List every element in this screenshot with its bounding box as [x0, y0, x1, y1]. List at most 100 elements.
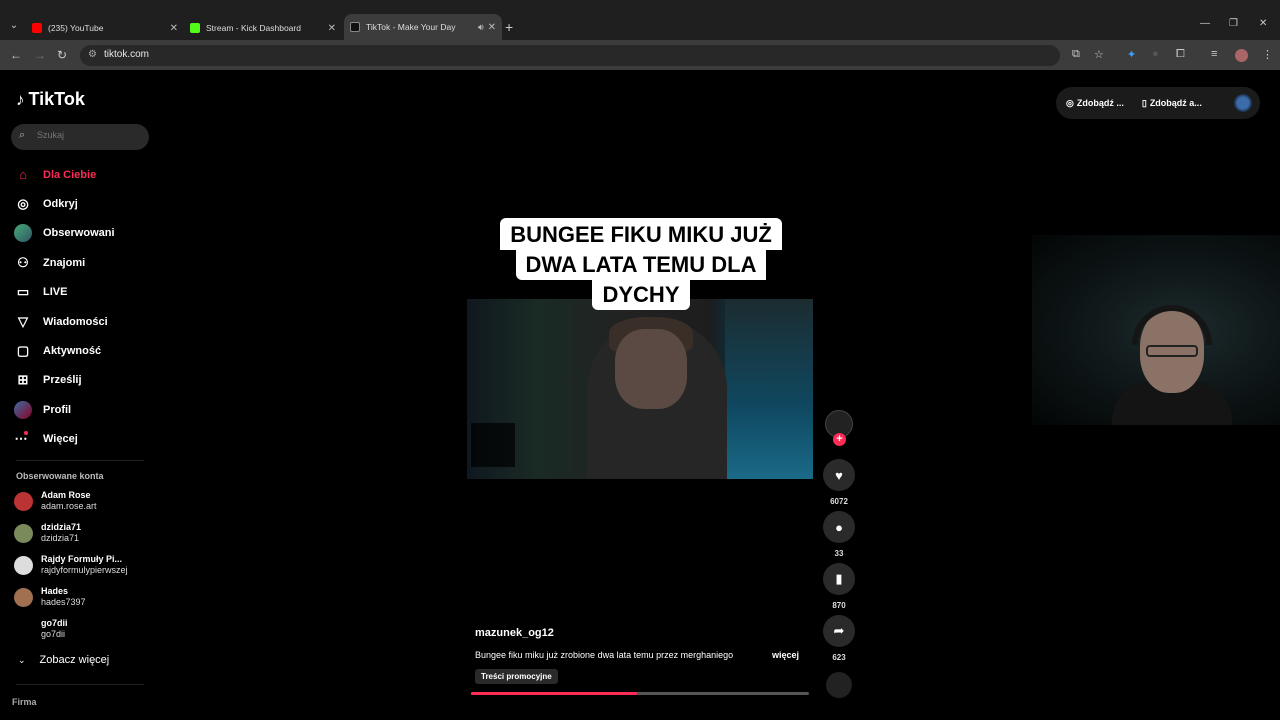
heart-icon[interactable]: ♥	[823, 459, 855, 491]
account-handle: adam.rose.art	[41, 501, 97, 511]
comment-action[interactable]: ● 33	[823, 511, 855, 558]
sidebar-item-label: Prześlij	[43, 374, 82, 387]
search-icon[interactable]: ⌕	[19, 129, 25, 142]
get-coins-button[interactable]: ◎ Zdobądź ...	[1066, 98, 1124, 109]
avatar	[14, 587, 33, 607]
share-icon[interactable]: ➦	[823, 615, 855, 647]
get-app-button[interactable]: ▯ Zdobądź a...	[1142, 98, 1202, 109]
close-window-icon[interactable]: ✕	[1259, 18, 1267, 29]
sidebar-item-label: Dla Ciebie	[43, 168, 97, 181]
sidebar-item-label: Więcej	[43, 433, 78, 446]
search-bar[interactable]: ⌕	[11, 124, 149, 150]
music-disc-icon[interactable]	[826, 672, 852, 698]
sidebar-item-label: Wiadomości	[43, 315, 108, 328]
sidebar-item-label: Aktywność	[43, 345, 102, 358]
user-avatar[interactable]	[1234, 94, 1252, 112]
extension-icon[interactable]: ✦	[1127, 48, 1136, 61]
browser-menu-icon[interactable]: ⋮	[1262, 48, 1273, 61]
sidebar-item-more[interactable]: ⋯ Więcej	[14, 425, 154, 454]
like-action[interactable]: ♥ 6072	[823, 459, 855, 506]
coin-icon: ◎	[1066, 97, 1074, 108]
tab-tiktok[interactable]: TikTok - Make Your Day 🔊︎ ✕	[344, 14, 502, 40]
youtube-favicon-icon	[32, 23, 42, 33]
messages-icon: ▽	[18, 313, 28, 329]
upload-icon: ⊞	[17, 372, 29, 388]
tab-kick[interactable]: Stream - Kick Dashboard ✕	[184, 16, 342, 40]
compass-icon: ◎	[17, 196, 29, 212]
account-name: Rajdy Formuły Pi...	[41, 554, 123, 564]
tiktok-favicon-icon	[350, 22, 360, 32]
share-action[interactable]: ➦ 623	[823, 615, 855, 662]
sidebar-item-friends[interactable]: ⚇ Znajomi	[14, 248, 154, 277]
followed-account[interactable]: go7dii go7dii	[14, 618, 68, 640]
account-handle: hades7397	[41, 597, 86, 607]
save-action[interactable]: ▮ 870	[823, 563, 855, 610]
sidebar-item-activity[interactable]: ▢ Aktywność	[14, 336, 154, 365]
logo-text: TikTok	[28, 89, 85, 109]
live-icon: ▭	[16, 284, 30, 300]
bookmark-star-icon[interactable]: ☆	[1094, 48, 1104, 61]
tiktok-note-icon: ♪	[16, 89, 25, 109]
sidebar-item-explore[interactable]: ◎ Odkryj	[14, 189, 154, 218]
sidebar-item-for-you[interactable]: ⌂ Dla Ciebie	[14, 160, 154, 189]
media-controls-icon[interactable]: ≡	[1211, 48, 1217, 60]
speaker-icon[interactable]: 🔊︎	[478, 22, 484, 33]
restore-icon[interactable]: ❐	[1229, 18, 1238, 29]
extensions-puzzle-icon[interactable]: ⧠	[1176, 48, 1185, 61]
account-handle: dzidzia71	[41, 533, 80, 543]
followed-account[interactable]: Rajdy Formuły Pi... rajdyformulypierwsze…	[14, 554, 128, 576]
avatar	[14, 619, 33, 639]
url-field[interactable]: ⚙ tiktok.com	[80, 45, 1060, 66]
more-description-link[interactable]: więcej	[772, 650, 799, 660]
reload-icon[interactable]: ↻	[57, 48, 67, 62]
video-chat-overlay	[471, 423, 515, 467]
tab-search-icon[interactable]: ⌄	[6, 18, 22, 34]
sidebar-item-live[interactable]: ▭ LIVE	[14, 278, 154, 307]
home-icon: ⌂	[19, 167, 27, 183]
followed-account[interactable]: Hades hades7397	[14, 586, 86, 608]
see-more-label: Zobacz więcej	[39, 654, 110, 666]
close-tab-icon[interactable]: ✕	[328, 23, 336, 34]
button-label: Zdobądź a...	[1149, 98, 1202, 108]
profile-avatar-icon[interactable]	[1235, 49, 1248, 62]
footer-company-link[interactable]: Firma	[12, 697, 37, 707]
see-more-button[interactable]: ⌄ Zobacz więcej	[18, 654, 109, 666]
sidebar-item-messages[interactable]: ▽ Wiadomości	[14, 307, 154, 336]
save-count: 870	[832, 601, 846, 610]
forward-icon[interactable]: →	[34, 48, 46, 62]
video-person-face	[615, 329, 687, 409]
close-tab-icon[interactable]: ✕	[170, 23, 178, 34]
back-icon[interactable]: ←	[10, 48, 22, 62]
minimize-icon[interactable]: —	[1200, 18, 1210, 29]
video-background	[725, 299, 813, 479]
sidebar-item-label: Profil	[43, 403, 72, 416]
new-tab-button[interactable]: +	[505, 19, 513, 35]
video-player[interactable]	[467, 299, 813, 479]
sidebar-item-label: LIVE	[43, 286, 68, 299]
followed-account[interactable]: dzidzia71 dzidzia71	[14, 522, 81, 544]
promo-badge[interactable]: Treści promocyjne	[475, 669, 558, 684]
caption-line: BUNGEE FIKU MIKU JUŻ	[500, 218, 782, 250]
follow-plus-icon[interactable]: +	[833, 433, 846, 446]
close-tab-icon[interactable]: ✕	[488, 22, 496, 33]
site-info-icon[interactable]: ⚙	[88, 49, 97, 60]
search-input[interactable]	[37, 130, 137, 140]
account-name: Hades	[41, 586, 69, 596]
following-avatar-icon	[14, 224, 32, 243]
video-progress-bar[interactable]	[471, 692, 809, 695]
avatar	[14, 491, 33, 511]
tiktok-logo[interactable]: ♪ TikTok	[16, 89, 85, 110]
sidebar-item-upload[interactable]: ⊞ Prześlij	[14, 366, 154, 395]
tab-youtube[interactable]: (235) YouTube ✕	[26, 16, 184, 40]
install-icon[interactable]: ⧉	[1072, 48, 1080, 61]
bookmark-icon[interactable]: ▮	[823, 563, 855, 595]
video-author[interactable]: mazunek_og12	[475, 627, 554, 639]
phone-icon: ▯	[1141, 97, 1147, 108]
top-actions: ◎ Zdobądź ... ▯ Zdobądź a...	[1056, 87, 1260, 119]
sidebar-item-profile[interactable]: Profil	[14, 395, 154, 424]
share-count: 623	[832, 653, 846, 662]
extension-icon-2[interactable]: ●	[1152, 48, 1159, 60]
followed-account[interactable]: Adam Rose adam.rose.art	[14, 490, 97, 512]
comment-icon[interactable]: ●	[823, 511, 855, 543]
sidebar-item-following[interactable]: Obserwowani	[14, 219, 154, 248]
